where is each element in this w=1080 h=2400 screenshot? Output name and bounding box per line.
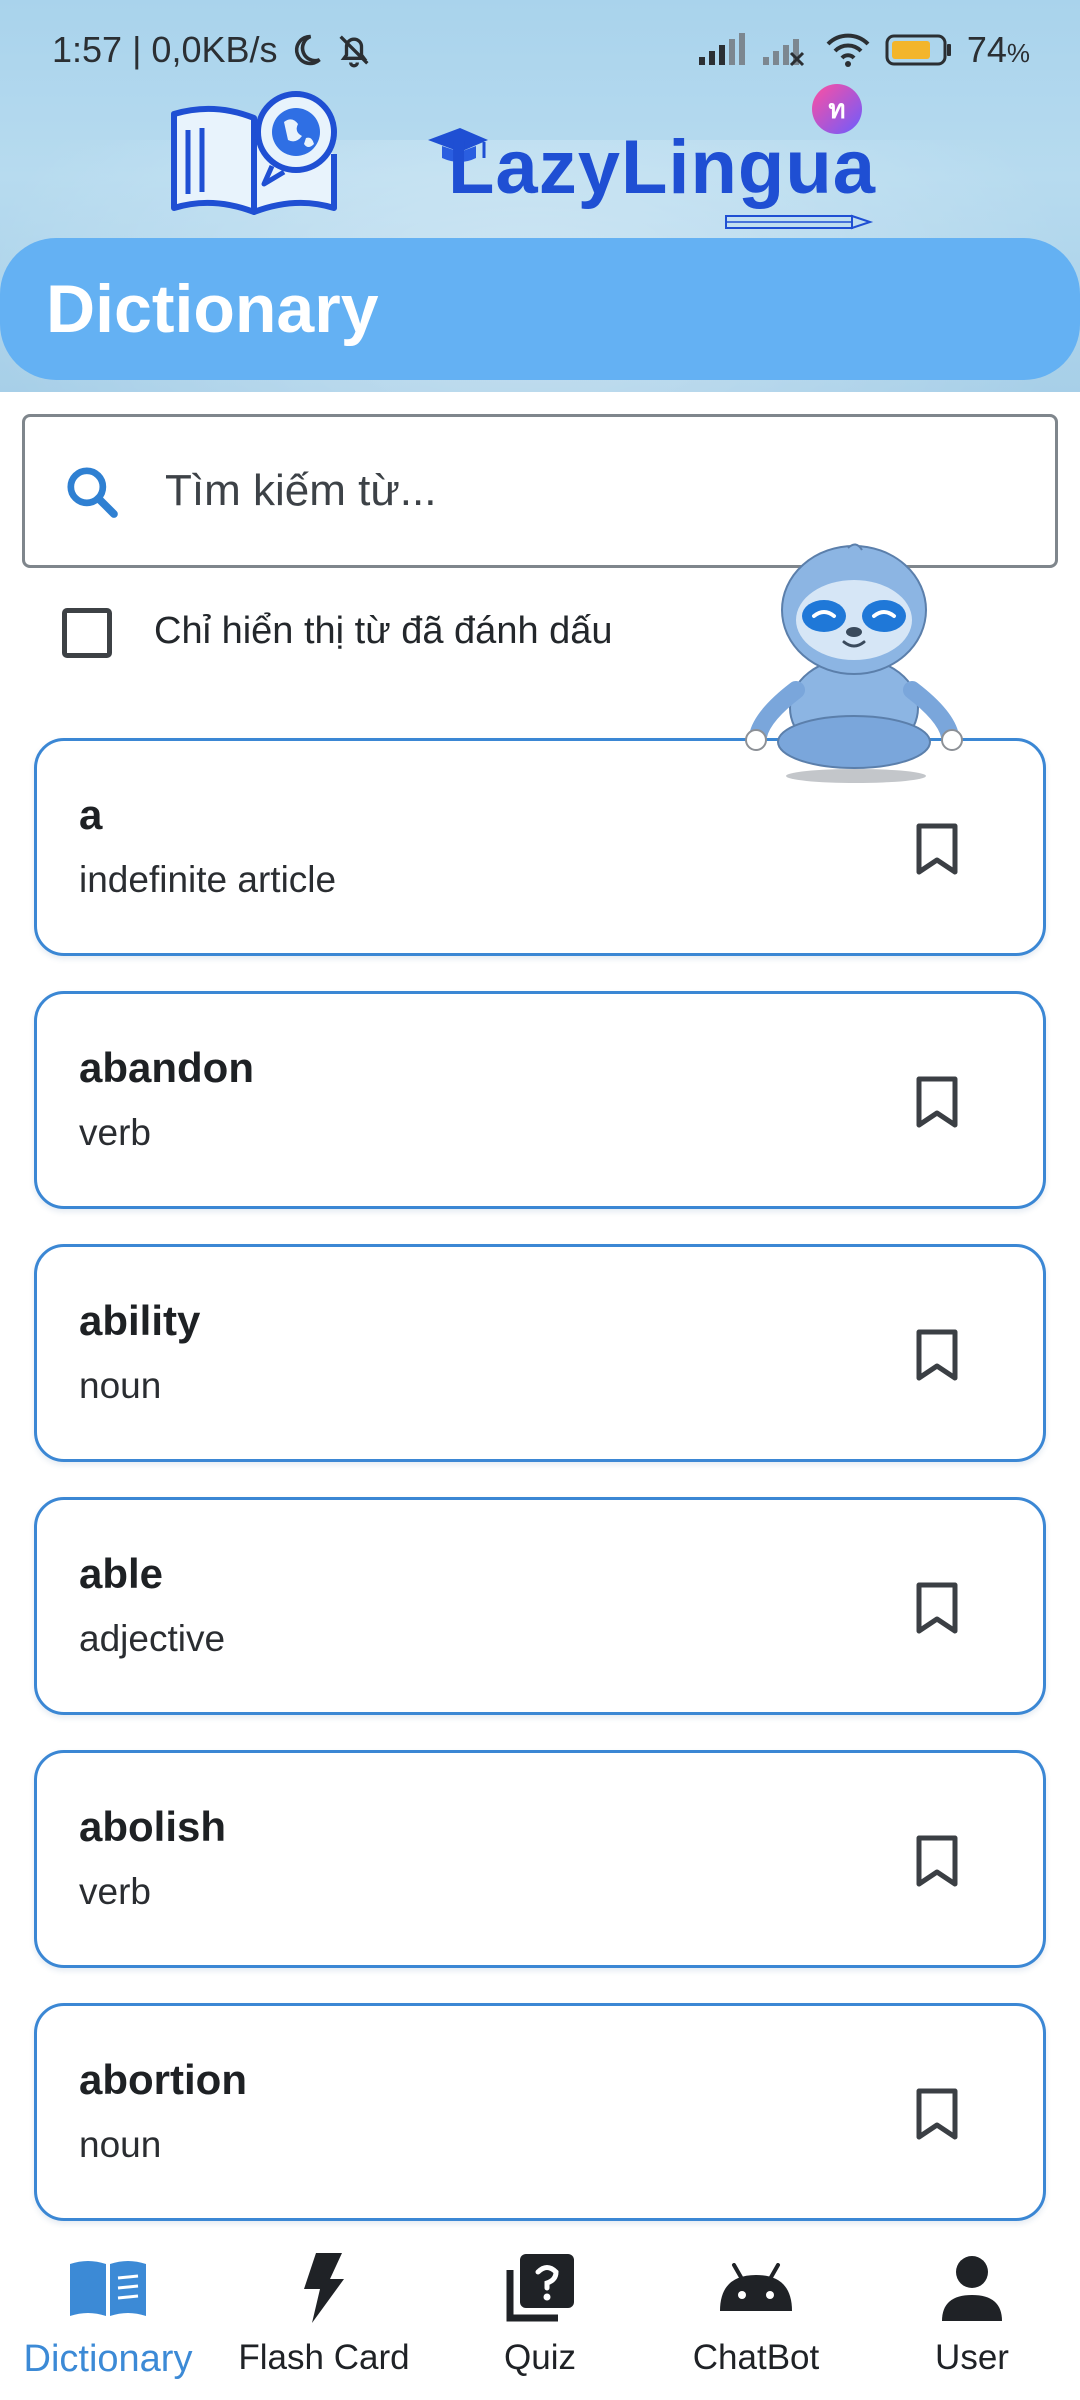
- pencil-icon: [725, 214, 874, 230]
- word-type: noun: [79, 1365, 162, 1406]
- bookmark-icon[interactable]: [909, 1578, 965, 1638]
- word-title: ability: [79, 1297, 201, 1344]
- status-left: 1:57 | 0,0KB/s: [52, 29, 374, 71]
- nav-label-flash-card: Flash Card: [238, 2338, 410, 2377]
- status-time-speed: 1:57 | 0,0KB/s: [52, 29, 278, 70]
- app-screen: 1:57 | 0,0KB/s 74% LazyLingua ท Dictiona…: [0, 0, 1080, 2400]
- book-globe-logo-icon: [171, 91, 337, 215]
- brand-name: LazyLingua: [448, 125, 877, 210]
- word-list: a indefinite article abandon verb ability nou…: [34, 738, 1046, 2256]
- word-type: adjective: [79, 1618, 226, 1659]
- signal-no-service-icon: [761, 33, 811, 67]
- word-title: abolish: [79, 1803, 227, 1850]
- word-card[interactable]: ability noun: [34, 1244, 1046, 1462]
- page-title: Dictionary: [46, 271, 379, 347]
- android-icon: [716, 2248, 796, 2328]
- word-title: a: [79, 791, 103, 838]
- bookmark-icon[interactable]: [909, 1831, 965, 1891]
- word-title: abandon: [79, 1044, 254, 1091]
- flash-icon: [302, 2248, 346, 2328]
- nav-label-dictionary: Dictionary: [23, 2338, 193, 2380]
- word-card[interactable]: able adjective: [34, 1497, 1046, 1715]
- word-card[interactable]: abortion noun: [34, 2003, 1046, 2221]
- word-type: verb: [79, 1112, 151, 1153]
- search-icon: [67, 467, 118, 518]
- battery-level: 74%: [966, 29, 1030, 70]
- moon-icon: [288, 32, 324, 68]
- nav-label-chatbot: ChatBot: [692, 2338, 820, 2377]
- page-banner: Dictionary: [0, 238, 1080, 380]
- muted-bell-icon: [334, 30, 374, 70]
- sloth-mascot-icon: [745, 543, 963, 783]
- nav-item-user[interactable]: User: [864, 2228, 1080, 2400]
- status-right: 74%: [697, 29, 1030, 71]
- wifi-icon: [825, 32, 871, 68]
- book-icon: [68, 2248, 148, 2328]
- bottom-nav: Dictionary Flash Card Quiz ChatBot User: [0, 2228, 1080, 2400]
- word-card[interactable]: abolish verb: [34, 1750, 1046, 1968]
- quiz-icon: [504, 2248, 576, 2328]
- battery-icon: [885, 33, 953, 67]
- brand-badge-icon: ท: [812, 84, 862, 134]
- nav-item-dictionary[interactable]: Dictionary: [0, 2228, 216, 2400]
- app-header: 1:57 | 0,0KB/s 74% LazyLingua ท Dictiona…: [0, 0, 1080, 392]
- nav-item-quiz[interactable]: Quiz: [432, 2228, 648, 2400]
- word-type: verb: [79, 1871, 151, 1912]
- person-icon: [941, 2248, 1003, 2328]
- bookmarked-only-checkbox[interactable]: [62, 608, 112, 658]
- bookmark-icon[interactable]: [909, 819, 965, 879]
- nav-item-flash-card[interactable]: Flash Card: [216, 2228, 432, 2400]
- nav-item-chatbot[interactable]: ChatBot: [648, 2228, 864, 2400]
- signal-icon: [697, 33, 747, 67]
- word-title: abortion: [79, 2056, 247, 2103]
- word-title: able: [79, 1550, 164, 1597]
- nav-label-quiz: Quiz: [504, 2338, 576, 2377]
- word-type: noun: [79, 2124, 162, 2165]
- bookmark-icon[interactable]: [909, 1072, 965, 1132]
- logo-row: LazyLingua ท: [0, 80, 1080, 230]
- nav-label-user: User: [935, 2338, 1009, 2377]
- word-type: indefinite article: [79, 859, 337, 900]
- bookmark-icon[interactable]: [909, 1325, 965, 1385]
- bookmarked-only-label[interactable]: Chỉ hiển thị từ đã đánh dấu: [154, 610, 613, 653]
- bookmark-icon[interactable]: [909, 2084, 965, 2144]
- word-card[interactable]: abandon verb: [34, 991, 1046, 1209]
